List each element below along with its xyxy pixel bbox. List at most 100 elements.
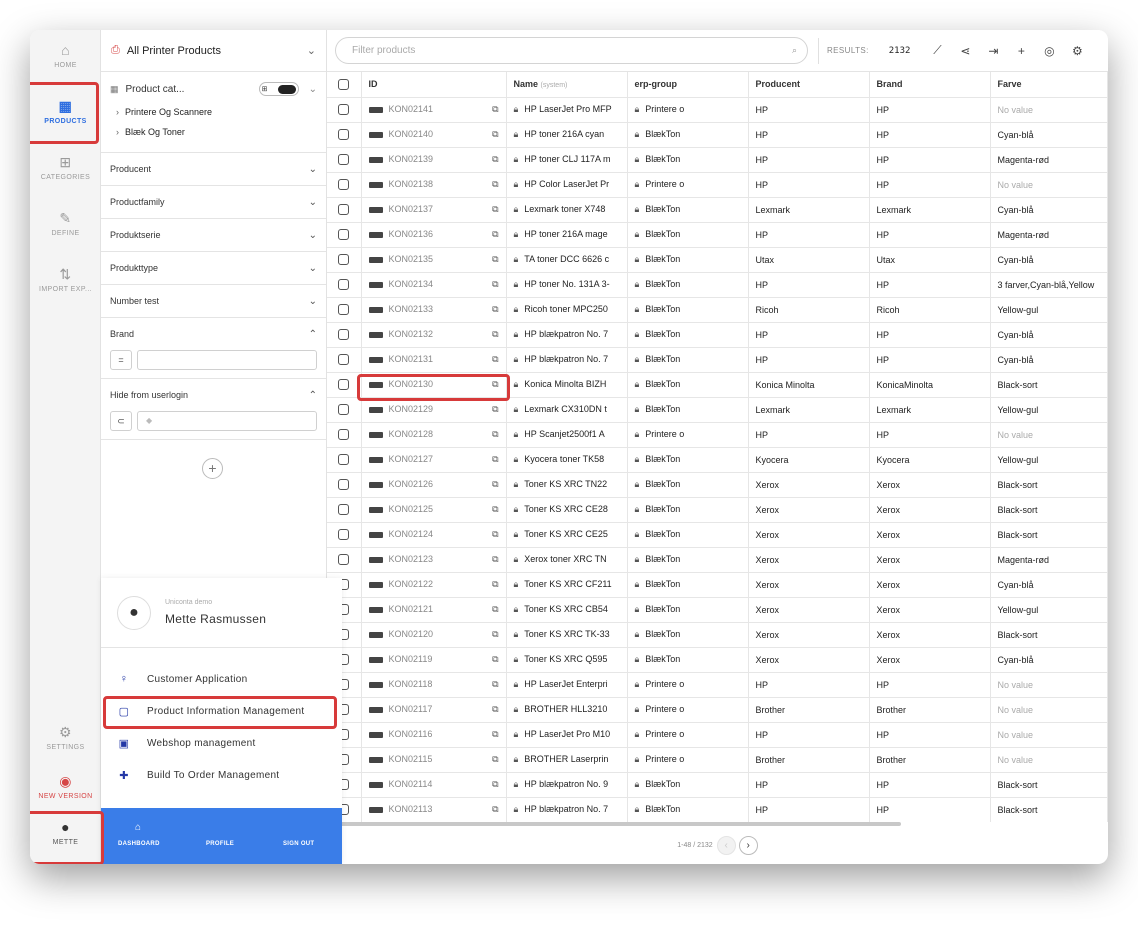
hide-tag-input[interactable]: ◆: [137, 411, 317, 431]
cell-name[interactable]: 🔒︎ Konica Minolta BIZH: [506, 372, 628, 398]
cell-id[interactable]: KON02134 ⧉: [361, 272, 507, 298]
copy-icon[interactable]: ⧉: [492, 679, 498, 690]
copy-icon[interactable]: ⧉: [492, 304, 498, 315]
cell-erp-group[interactable]: 🔒︎ BlækTon: [627, 772, 749, 798]
cell-erp-group[interactable]: 🔒︎ Printere o: [627, 697, 749, 723]
cell-brand[interactable]: Utax: [869, 247, 991, 273]
copy-icon[interactable]: ⧉: [492, 204, 498, 215]
table-row[interactable]: KON02138 ⧉ 🔒︎ HP Color LaserJet Pr 🔒︎ Printer…: [327, 172, 1108, 198]
cell-erp-group[interactable]: 🔒︎ BlækTon: [627, 622, 749, 648]
cell-farve[interactable]: Yellow-gul: [990, 447, 1108, 473]
cell-name[interactable]: 🔒︎ Toner KS XRC TN22: [506, 472, 628, 498]
cell-name[interactable]: 🔒︎ HP LaserJet Pro MFP: [506, 97, 628, 123]
cell-farve[interactable]: Cyan-blå: [990, 197, 1108, 223]
cell-producent[interactable]: Konica Minolta: [748, 372, 870, 398]
tree-node[interactable]: › Blæk Og Toner: [110, 122, 317, 142]
copy-icon[interactable]: ⧉: [492, 629, 498, 640]
cell-erp-group[interactable]: 🔒︎ BlækTon: [627, 397, 749, 423]
cell-producent[interactable]: HP: [748, 797, 870, 822]
table-row[interactable]: KON02134 ⧉ 🔒︎ HP toner No. 131A 3- 🔒︎ BlækTon…: [327, 272, 1108, 298]
nav-home[interactable]: ⌂ HOME: [30, 42, 101, 69]
table-row[interactable]: KON02118 ⧉ 🔒︎ HP LaserJet Enterpri 🔒︎ Printer…: [327, 672, 1108, 698]
row-checkbox[interactable]: [327, 547, 362, 573]
cell-erp-group[interactable]: 🔒︎ BlækTon: [627, 147, 749, 173]
cell-farve[interactable]: No value: [990, 672, 1108, 698]
cell-name[interactable]: 🔒︎ HP toner 216A cyan: [506, 122, 628, 148]
cell-producent[interactable]: Lexmark: [748, 197, 870, 223]
facet-producent[interactable]: Producent ⌄: [101, 153, 326, 186]
cell-brand[interactable]: Lexmark: [869, 397, 991, 423]
cell-brand[interactable]: Xerox: [869, 597, 991, 623]
copy-icon[interactable]: ⧉: [492, 379, 498, 390]
cell-id[interactable]: KON02133 ⧉: [361, 297, 507, 323]
cell-id[interactable]: KON02129 ⧉: [361, 397, 507, 423]
cell-id[interactable]: KON02126 ⧉: [361, 472, 507, 498]
cell-erp-group[interactable]: 🔒︎ Printere o: [627, 722, 749, 748]
cell-farve[interactable]: Yellow-gul: [990, 297, 1108, 323]
table-row[interactable]: KON02116 ⧉ 🔒︎ HP LaserJet Pro M10 🔒︎ Printere…: [327, 722, 1108, 748]
cell-brand[interactable]: HP: [869, 322, 991, 348]
row-checkbox[interactable]: [327, 397, 362, 423]
cell-name[interactable]: 🔒︎ Toner KS XRC CE28: [506, 497, 628, 523]
prev-page-button[interactable]: ‹: [716, 835, 736, 855]
cell-farve[interactable]: Magenta-rød: [990, 147, 1108, 173]
cell-producent[interactable]: Xerox: [748, 597, 870, 623]
cell-producent[interactable]: Xerox: [748, 472, 870, 498]
cell-brand[interactable]: HP: [869, 147, 991, 173]
column-header-producent[interactable]: Producent: [748, 72, 870, 98]
cell-farve[interactable]: Black-sort: [990, 522, 1108, 548]
cell-producent[interactable]: Xerox: [748, 497, 870, 523]
cell-id[interactable]: KON02120 ⧉: [361, 622, 507, 648]
cell-name[interactable]: 🔒︎ HP Color LaserJet Pr: [506, 172, 628, 198]
cell-producent[interactable]: HP: [748, 347, 870, 373]
cell-id[interactable]: KON02115 ⧉: [361, 747, 507, 773]
cell-producent[interactable]: Kyocera: [748, 447, 870, 473]
cell-producent[interactable]: HP: [748, 122, 870, 148]
cell-name[interactable]: 🔒︎ HP toner 216A mage: [506, 222, 628, 248]
cell-producent[interactable]: HP: [748, 222, 870, 248]
cell-brand[interactable]: Xerox: [869, 622, 991, 648]
copy-icon[interactable]: ⧉: [492, 354, 498, 365]
copy-icon[interactable]: ⧉: [492, 579, 498, 590]
chart-icon[interactable]: ⟋: [930, 43, 944, 58]
cell-brand[interactable]: Xerox: [869, 497, 991, 523]
cell-brand[interactable]: KonicaMinolta: [869, 372, 991, 398]
row-checkbox[interactable]: [327, 472, 362, 498]
app-webshop-management[interactable]: ▣ Webshop management: [101, 728, 342, 758]
tree-node[interactable]: › Printere Og Scannere: [110, 102, 317, 122]
cell-brand[interactable]: Xerox: [869, 647, 991, 673]
facet-productfamily[interactable]: Productfamily ⌄: [101, 186, 326, 219]
eye-icon[interactable]: ◎: [1042, 44, 1056, 58]
cell-id[interactable]: KON02118 ⧉: [361, 672, 507, 698]
cell-erp-group[interactable]: 🔒︎ Printere o: [627, 172, 749, 198]
cell-id[interactable]: KON02128 ⧉: [361, 422, 507, 448]
nav-categories[interactable]: ⊞ CATEGORIES: [30, 154, 101, 181]
copy-icon[interactable]: ⧉: [492, 129, 498, 140]
brand-input[interactable]: [137, 350, 317, 370]
facet-number-test[interactable]: Number test ⌄: [101, 285, 326, 318]
chevron-down-icon[interactable]: ⌄: [309, 84, 317, 95]
cell-farve[interactable]: Black-sort: [990, 797, 1108, 822]
cell-brand[interactable]: HP: [869, 672, 991, 698]
cell-erp-group[interactable]: 🔒︎ BlækTon: [627, 572, 749, 598]
cell-id[interactable]: KON02138 ⧉: [361, 172, 507, 198]
add-filter-button[interactable]: +: [202, 458, 223, 479]
cell-farve[interactable]: Black-sort: [990, 622, 1108, 648]
column-header-brand[interactable]: Brand: [869, 72, 991, 98]
cell-farve[interactable]: No value: [990, 697, 1108, 723]
copy-icon[interactable]: ⧉: [492, 279, 498, 290]
facet-produktserie[interactable]: Produktserie ⌄: [101, 219, 326, 252]
add-icon[interactable]: +: [1014, 44, 1028, 58]
cell-producent[interactable]: HP: [748, 322, 870, 348]
cell-erp-group[interactable]: 🔒︎ Printere o: [627, 747, 749, 773]
nav-new-version[interactable]: ◉ NEW VERSION: [30, 773, 101, 800]
table-row[interactable]: KON02129 ⧉ 🔒︎ Lexmark CX310DN t 🔒︎ BlækTon Lex…: [327, 397, 1108, 423]
cell-farve[interactable]: Cyan-blå: [990, 347, 1108, 373]
table-row[interactable]: KON02135 ⧉ 🔒︎ TA toner DCC 6626 c 🔒︎ BlækTon U…: [327, 247, 1108, 273]
cell-farve[interactable]: Cyan-blå: [990, 322, 1108, 348]
hide-operator[interactable]: ⊂: [110, 411, 132, 431]
settings-icon[interactable]: ⚙: [1070, 44, 1084, 58]
cell-erp-group[interactable]: 🔒︎ BlækTon: [627, 647, 749, 673]
cell-name[interactable]: 🔒︎ HP Scanjet2500f1 A: [506, 422, 628, 448]
cell-name[interactable]: 🔒︎ Lexmark CX310DN t: [506, 397, 628, 423]
